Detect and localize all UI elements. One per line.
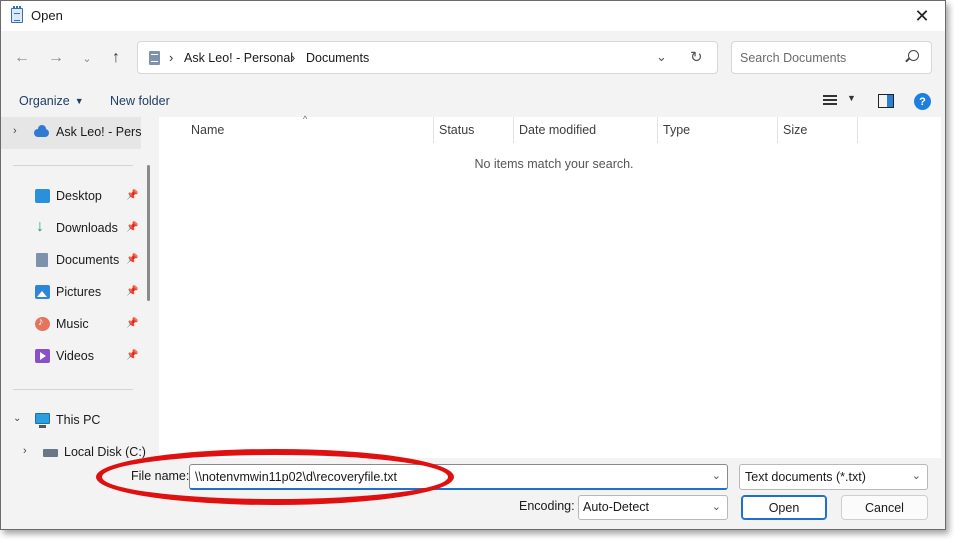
pictures-icon: [35, 285, 50, 299]
chevron-right-icon: ›: [169, 50, 174, 65]
pin-icon: 📌: [126, 318, 139, 329]
documents-icon: [36, 253, 48, 267]
chevron-right-icon[interactable]: ›: [23, 445, 27, 457]
file-type-filter-select[interactable]: Text documents (*.txt) ⌄: [739, 464, 928, 490]
nav-item-ask-leo-personal[interactable]: › Ask Leo! - Perso: [1, 122, 151, 144]
notepad-icon: [11, 6, 23, 23]
videos-icon: [35, 349, 50, 363]
navigation-row: ← → ⌄ ↑ › Ask Leo! - Personal › Document…: [1, 31, 945, 85]
window-title: Open: [31, 8, 63, 23]
disk-drive-icon: [43, 449, 58, 457]
new-folder-button[interactable]: New folder: [110, 94, 170, 108]
nav-divider: [13, 389, 133, 390]
nav-item-label: Documents: [56, 253, 120, 267]
caret-down-icon: ▼: [74, 96, 84, 106]
nav-item-documents[interactable]: Documents 📌: [1, 250, 151, 272]
sort-ascending-icon: ^: [303, 114, 308, 124]
nav-item-label: Local Disk (C:): [64, 445, 146, 458]
chevron-down-icon: ⌄: [911, 470, 921, 482]
address-dropdown-icon[interactable]: ⌄: [656, 49, 667, 65]
address-bar[interactable]: › Ask Leo! - Personal › Documents ⌄ ↻: [137, 41, 718, 74]
column-divider[interactable]: [857, 117, 858, 143]
nav-item-music[interactable]: Music 📌: [1, 314, 151, 336]
help-icon[interactable]: ?: [914, 93, 931, 110]
nav-item-videos[interactable]: Videos 📌: [1, 346, 151, 368]
nav-scrollbar[interactable]: [147, 165, 150, 301]
breadcrumb-documents[interactable]: Documents: [306, 51, 369, 65]
search-icon[interactable]: [908, 50, 919, 61]
pin-icon: 📌: [126, 190, 139, 201]
command-bar: Organize ▼ New folder ▼ ?: [1, 85, 945, 117]
preview-pane-icon[interactable]: [878, 94, 894, 108]
search-box[interactable]: Search Documents: [731, 41, 932, 74]
chevron-right-icon[interactable]: ›: [13, 125, 17, 137]
chevron-right-icon: ›: [291, 50, 296, 65]
refresh-icon[interactable]: ↻: [690, 48, 703, 66]
file-type-filter-value: Text documents (*.txt): [745, 470, 866, 484]
encoding-select[interactable]: Auto-Detect ⌄: [578, 495, 728, 520]
encoding-label: Encoding:: [519, 499, 575, 513]
documents-icon: [149, 51, 160, 65]
pin-icon: 📌: [126, 254, 139, 265]
column-header-type[interactable]: Type: [657, 117, 777, 143]
recent-locations-button[interactable]: ⌄: [77, 48, 97, 68]
nav-item-label: Music: [56, 317, 89, 331]
view-details-icon[interactable]: [823, 95, 837, 107]
close-icon: ✕: [914, 5, 930, 26]
this-pc-icon: [35, 413, 50, 428]
up-button[interactable]: ↑: [106, 48, 126, 68]
chevron-down-icon: ⌄: [711, 501, 721, 513]
breadcrumb-ask-leo-personal[interactable]: Ask Leo! - Personal: [184, 51, 293, 65]
navigation-pane: › Ask Leo! - Perso Desktop 📌 Downloads 📌…: [1, 117, 153, 458]
desktop-icon: [35, 189, 50, 203]
encoding-value: Auto-Detect: [583, 500, 650, 514]
forward-button[interactable]: →: [46, 48, 66, 68]
open-button[interactable]: Open: [741, 495, 827, 520]
back-arrow-icon: ←: [14, 49, 30, 66]
file-list[interactable]: ^ Name Status Date modified Type Size No…: [159, 114, 945, 458]
pin-icon: 📌: [126, 222, 139, 233]
column-header-date-modified[interactable]: Date modified: [513, 117, 657, 143]
empty-list-message: No items match your search.: [474, 157, 634, 171]
view-options-caret-icon[interactable]: ▼: [847, 93, 856, 103]
nav-item-desktop[interactable]: Desktop 📌: [1, 186, 151, 208]
nav-item-local-disk[interactable]: › Local Disk (C:): [1, 442, 151, 458]
organize-label: Organize: [19, 94, 70, 108]
pin-icon: 📌: [126, 350, 139, 361]
search-placeholder: Search Documents: [740, 51, 847, 65]
organize-button[interactable]: Organize ▼: [19, 94, 84, 108]
nav-item-pictures[interactable]: Pictures 📌: [1, 282, 151, 304]
column-header-size[interactable]: Size: [777, 117, 857, 143]
close-button[interactable]: ✕: [899, 1, 945, 31]
downloads-icon: [35, 218, 50, 236]
file-name-value: \\notenvmwin11p02\d\recoveryfile.txt: [195, 470, 397, 484]
back-button[interactable]: ←: [12, 48, 32, 68]
open-dialog: Open ✕ ← → ⌄ ↑ › Ask Leo! - Personal › D…: [0, 0, 946, 530]
file-list-scrollbar[interactable]: [941, 117, 945, 458]
file-name-label: File name:: [131, 469, 190, 483]
music-icon: [35, 316, 50, 331]
nav-item-label: Downloads: [56, 221, 118, 235]
nav-item-this-pc[interactable]: ⌄ This PC: [1, 410, 151, 432]
cancel-button[interactable]: Cancel: [841, 495, 928, 520]
file-name-input[interactable]: \\notenvmwin11p02\d\recoveryfile.txt ⌄: [189, 464, 728, 490]
nav-item-downloads[interactable]: Downloads 📌: [1, 218, 151, 240]
chevron-down-icon[interactable]: ⌄: [13, 413, 21, 424]
forward-arrow-icon: →: [48, 49, 64, 66]
up-arrow-icon: ↑: [112, 49, 120, 66]
file-name-dropdown-icon[interactable]: ⌄: [712, 469, 721, 482]
nav-item-label: This PC: [56, 413, 101, 427]
column-header-name[interactable]: ^ Name: [159, 114, 433, 143]
nav-divider: [13, 165, 133, 166]
chevron-down-icon: ⌄: [82, 52, 92, 65]
nav-item-label: Desktop: [56, 189, 102, 203]
nav-item-label: Pictures: [56, 285, 102, 299]
nav-item-label: Ask Leo! - Perso: [56, 125, 141, 139]
onedrive-cloud-icon: [34, 125, 49, 139]
dialog-footer: File name: \\notenvmwin11p02\d\recoveryf…: [1, 458, 945, 529]
pin-icon: 📌: [126, 286, 139, 297]
nav-item-label: Videos: [56, 349, 94, 363]
column-header-status[interactable]: Status: [433, 117, 513, 143]
title-bar: Open ✕: [1, 1, 945, 31]
